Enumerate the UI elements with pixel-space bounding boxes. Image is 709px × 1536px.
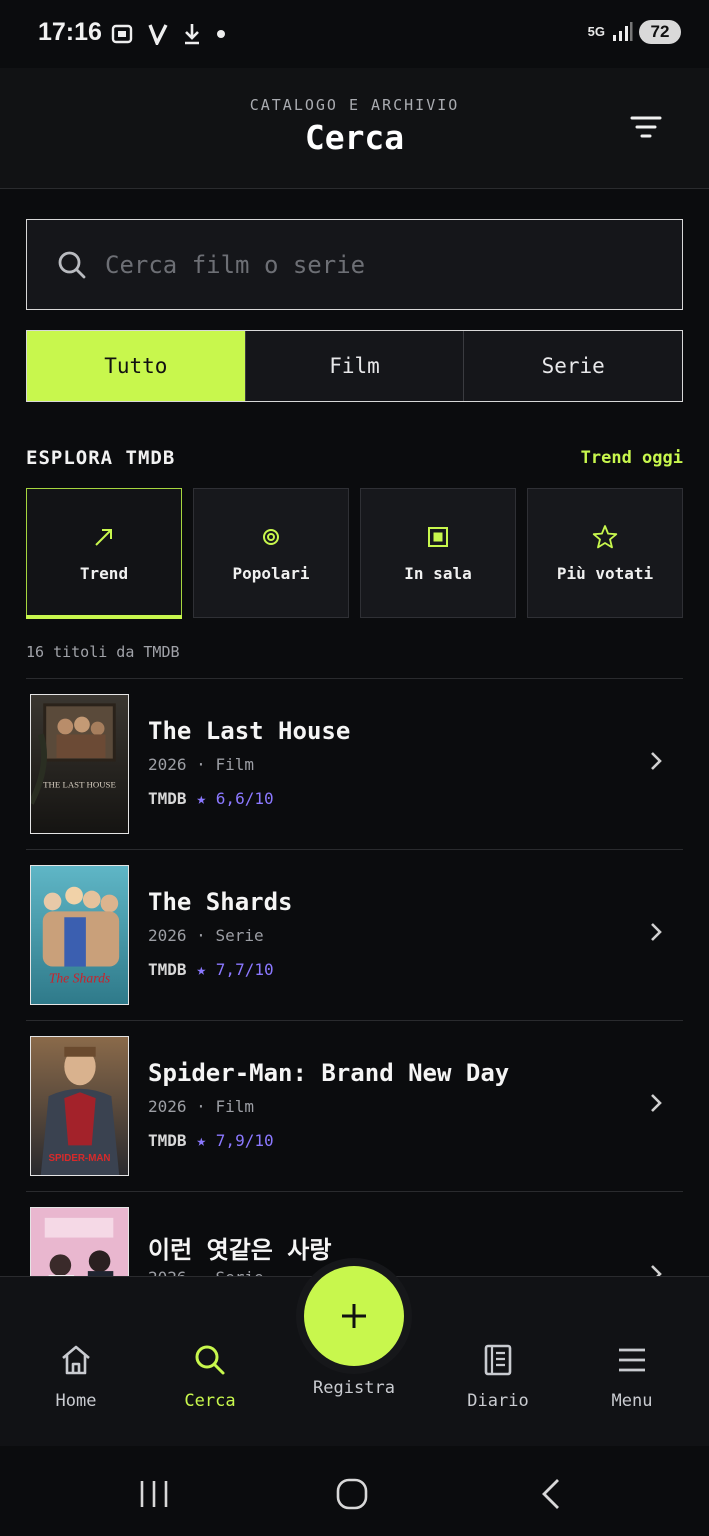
status-bar: 17:16 5G 72: [0, 0, 709, 68]
results-count: 16 titoli da TMDB: [26, 643, 180, 661]
poster-title-text: SPIDER-MAN: [49, 1153, 111, 1164]
chevron-right-icon: [651, 1265, 662, 1276]
rating-value: ★ 7,7/10: [196, 960, 274, 979]
system-navigation-bar: [0, 1446, 709, 1536]
item-title: The Last House: [148, 717, 351, 745]
type-filter: Tutto Film Serie: [26, 330, 683, 402]
nav-label: Home: [55, 1391, 97, 1411]
plus-icon: [342, 1304, 366, 1328]
nav-label: Diario: [467, 1391, 529, 1411]
target-icon: [263, 528, 279, 545]
screenshot-icon: [111, 24, 133, 44]
app-v-icon: [148, 24, 168, 45]
network-type: 5G: [587, 24, 605, 39]
nav-search[interactable]: Cerca: [150, 1343, 270, 1411]
type-filter-film[interactable]: Film: [246, 331, 465, 401]
recent-apps-icon[interactable]: [136, 1476, 172, 1512]
category-label: Più votati: [556, 563, 654, 583]
battery-level: 72: [639, 20, 681, 44]
nav-label: Cerca: [184, 1391, 236, 1411]
screen-icon: [428, 526, 448, 547]
item-rating: TMDB ★ 7,9/10: [148, 1131, 274, 1150]
list-item[interactable]: 이런 엿같은 사랑 2026 · Serie: [26, 1192, 683, 1276]
search-icon: [195, 1345, 225, 1375]
rating-source: TMDB: [148, 1131, 187, 1150]
item-meta: 2026 · Serie: [148, 926, 264, 945]
search-icon: [58, 251, 86, 279]
page-kicker: CATALOGO E ARCHIVIO: [249, 96, 460, 114]
item-rating: TMDB ★ 7,7/10: [148, 960, 274, 979]
page-title: Cerca: [304, 118, 405, 157]
item-title: Spider-Man: Brand New Day: [148, 1059, 510, 1087]
category-trend[interactable]: Trend: [26, 488, 182, 619]
poster-image: The Shards: [30, 865, 129, 1005]
star-outline-icon: [592, 524, 618, 548]
chevron-right-icon: [651, 1094, 662, 1112]
section-title: ESPLORA TMDB: [26, 447, 176, 469]
list-item[interactable]: The Shards The Shards 2026 · Serie TMDB …: [26, 850, 683, 1021]
poster-title-text: The Shards: [49, 970, 111, 985]
item-rating: TMDB ★ 6,6/10: [148, 789, 274, 808]
category-top-rated[interactable]: Più votati: [527, 488, 683, 618]
poster-image: [30, 1207, 129, 1276]
item-meta: 2026 · Serie: [148, 1268, 264, 1276]
filter-icon[interactable]: [629, 112, 663, 142]
poster-title-text: THE LAST HOUSE: [43, 780, 116, 790]
list-item[interactable]: THE LAST HOUSE The Last House 2026 · Fil…: [26, 679, 683, 850]
category-in-theaters[interactable]: In sala: [360, 488, 516, 618]
item-title: 이런 엿같은 사랑: [148, 1236, 332, 1264]
bottom-navigation: Home Cerca Registra Diario Menu: [0, 1266, 709, 1446]
chevron-right-icon: [651, 752, 662, 770]
list-item[interactable]: SPIDER-MAN Spider-Man: Brand New Day 202…: [26, 1021, 683, 1192]
poster-image: SPIDER-MAN: [30, 1036, 129, 1176]
category-label: Trend: [79, 563, 129, 583]
status-time: 17:16: [38, 18, 102, 46]
rating-source: TMDB: [148, 960, 187, 979]
page-header: CATALOGO E ARCHIVIO Cerca: [0, 68, 709, 189]
chevron-right-icon: [651, 923, 662, 941]
notification-dot-icon: [217, 30, 225, 38]
item-meta: 2026 · Film: [148, 755, 254, 774]
category-label: Popolari: [232, 563, 310, 583]
type-filter-all[interactable]: Tutto: [27, 331, 246, 401]
nav-label: Menu: [611, 1391, 653, 1411]
type-filter-series[interactable]: Serie: [464, 331, 682, 401]
item-title: The Shards: [148, 888, 293, 916]
home-button-icon[interactable]: [334, 1476, 370, 1512]
nav-home[interactable]: Home: [16, 1343, 136, 1411]
add-entry-button[interactable]: [304, 1266, 404, 1366]
item-meta: 2026 · Film: [148, 1097, 254, 1116]
rating-source: TMDB: [148, 789, 187, 808]
category-popular[interactable]: Popolari: [193, 488, 349, 618]
explore-categories: Trend Popolari In sala Più votati: [26, 488, 683, 619]
trend-arrow-icon: [95, 528, 112, 546]
hamburger-icon: [619, 1348, 645, 1372]
back-icon[interactable]: [534, 1476, 570, 1512]
rating-value: ★ 6,6/10: [196, 789, 274, 808]
signal-icon: [613, 22, 633, 41]
search-input[interactable]: [105, 240, 645, 290]
journal-icon: [484, 1344, 512, 1376]
search-box[interactable]: [26, 219, 683, 310]
rating-value: ★ 7,9/10: [196, 1131, 274, 1150]
trend-today-link[interactable]: Trend oggi: [581, 448, 683, 468]
nav-diary[interactable]: Diario: [438, 1343, 558, 1411]
home-icon: [62, 1345, 90, 1375]
nav-menu[interactable]: Menu: [572, 1343, 692, 1411]
add-entry-label: Registra: [313, 1378, 395, 1398]
category-label: In sala: [404, 563, 472, 583]
poster-image: THE LAST HOUSE: [30, 694, 129, 834]
status-notifications: [110, 22, 226, 46]
results-list: THE LAST HOUSE The Last House 2026 · Fil…: [26, 678, 683, 1276]
download-icon: [185, 24, 199, 45]
